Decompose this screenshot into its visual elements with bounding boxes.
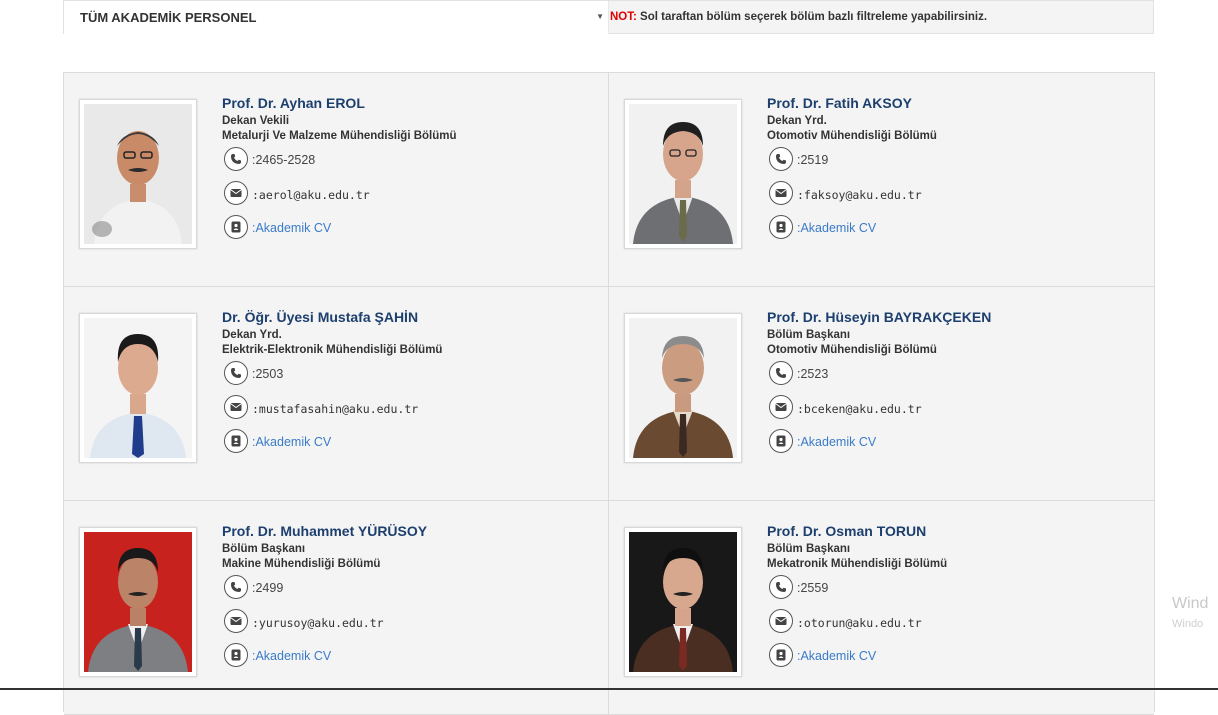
activation-watermark: Wind bbox=[1172, 595, 1209, 612]
staff-title: Dekan Yrd. bbox=[767, 115, 827, 127]
address-card-icon bbox=[224, 643, 248, 667]
cv-row: :Akademik CV bbox=[767, 426, 1147, 460]
cv-row: :Akademik CV bbox=[222, 640, 602, 674]
staff-photo bbox=[624, 99, 742, 249]
staff-photo bbox=[79, 527, 197, 677]
filter-bar: TÜM AKADEMİK PERSONEL ▼ NOT: Sol tarafta… bbox=[63, 0, 1154, 34]
staff-title: Bölüm Başkanı bbox=[767, 329, 851, 341]
email-row: :otorun@aku.edu.tr bbox=[767, 606, 1147, 640]
envelope-icon bbox=[769, 181, 793, 205]
academic-cv-link[interactable]: :Akademik CV bbox=[252, 649, 331, 663]
address-card-icon bbox=[769, 215, 793, 239]
email-row: :faksoy@aku.edu.tr bbox=[767, 178, 1147, 212]
phone-row: :2499 bbox=[222, 572, 602, 606]
phone-icon bbox=[224, 147, 248, 171]
staff-photo bbox=[624, 313, 742, 463]
envelope-icon bbox=[769, 609, 793, 633]
staff-title: Dekan Vekili bbox=[222, 115, 290, 127]
staff-photo bbox=[79, 99, 197, 249]
email-row: :mustafasahin@aku.edu.tr bbox=[222, 392, 602, 426]
phone-number: :2499 bbox=[252, 581, 284, 595]
staff-department: Mekatronik Mühendisliği Bölümü bbox=[767, 558, 948, 570]
filter-note: NOT: Sol taraftan bölüm seçerek bölüm ba… bbox=[610, 11, 987, 23]
cv-row: :Akademik CV bbox=[767, 212, 1147, 246]
phone-number: :2523 bbox=[797, 367, 829, 381]
email-row: :yurusoy@aku.edu.tr bbox=[222, 606, 602, 640]
envelope-icon bbox=[224, 609, 248, 633]
activation-watermark-sub: Windo bbox=[1172, 618, 1204, 630]
staff-name[interactable]: Prof. Dr. Osman TORUN bbox=[767, 523, 1147, 540]
email-address[interactable]: :bceken@aku.edu.tr bbox=[797, 402, 922, 416]
email-address[interactable]: :otorun@aku.edu.tr bbox=[797, 616, 922, 630]
phone-row: :2503 bbox=[222, 358, 602, 392]
address-card-icon bbox=[224, 215, 248, 239]
address-card-icon bbox=[769, 429, 793, 453]
note-label: NOT: bbox=[610, 11, 637, 23]
address-card-icon bbox=[224, 429, 248, 453]
phone-number: :2503 bbox=[252, 367, 284, 381]
staff-department: Elektrik-Elektronik Mühendisliği Bölümü bbox=[222, 344, 443, 356]
staff-name[interactable]: Prof. Dr. Muhammet YÜRÜSOY bbox=[222, 523, 602, 540]
cv-row: :Akademik CV bbox=[222, 426, 602, 460]
staff-department: Otomotiv Mühendisliği Bölümü bbox=[767, 130, 937, 142]
envelope-icon bbox=[224, 181, 248, 205]
academic-cv-link[interactable]: :Akademik CV bbox=[797, 649, 876, 663]
phone-icon bbox=[224, 361, 248, 385]
phone-row: :2559 bbox=[767, 572, 1147, 606]
phone-icon bbox=[769, 575, 793, 599]
phone-row: :2465-2528 bbox=[222, 144, 602, 178]
staff-department: Makine Mühendisliği Bölümü bbox=[222, 558, 381, 570]
staff-card: Prof. Dr. Osman TORUN Bölüm Başkanı Meka… bbox=[609, 501, 1154, 715]
staff-name[interactable]: Dr. Öğr. Üyesi Mustafa ŞAHİN bbox=[222, 309, 602, 326]
email-row: :aerol@aku.edu.tr bbox=[222, 178, 602, 212]
staff-name[interactable]: Prof. Dr. Ayhan EROL bbox=[222, 95, 602, 112]
department-select[interactable]: TÜM AKADEMİK PERSONEL ▼ bbox=[64, 1, 609, 34]
academic-cv-link[interactable]: :Akademik CV bbox=[797, 221, 876, 235]
academic-cv-link[interactable]: :Akademik CV bbox=[797, 435, 876, 449]
staff-title: Bölüm Başkanı bbox=[767, 543, 851, 555]
staff-department: Metalurji Ve Malzeme Mühendisliği Bölümü bbox=[222, 130, 457, 142]
email-address[interactable]: :yurusoy@aku.edu.tr bbox=[252, 616, 384, 630]
address-card-icon bbox=[769, 643, 793, 667]
envelope-icon bbox=[224, 395, 248, 419]
cv-row: :Akademik CV bbox=[222, 212, 602, 246]
staff-grid: Prof. Dr. Ayhan EROL Dekan Vekili Metalu… bbox=[63, 72, 1155, 715]
phone-number: :2519 bbox=[797, 153, 829, 167]
phone-icon bbox=[769, 361, 793, 385]
staff-department: Otomotiv Mühendisliği Bölümü bbox=[767, 344, 937, 356]
staff-photo bbox=[79, 313, 197, 463]
staff-name[interactable]: Prof. Dr. Fatih AKSOY bbox=[767, 95, 1147, 112]
note-text: Sol taraftan bölüm seçerek bölüm bazlı f… bbox=[636, 11, 988, 23]
academic-cv-link[interactable]: :Akademik CV bbox=[252, 435, 331, 449]
staff-card: Prof. Dr. Fatih AKSOY Dekan Yrd. Otomoti… bbox=[609, 73, 1154, 287]
academic-cv-link[interactable]: :Akademik CV bbox=[252, 221, 331, 235]
staff-name[interactable]: Prof. Dr. Hüseyin BAYRAKÇEKEN bbox=[767, 309, 1147, 326]
staff-card: Prof. Dr. Muhammet YÜRÜSOY Bölüm Başkanı… bbox=[64, 501, 609, 715]
phone-number: :2465-2528 bbox=[252, 153, 316, 167]
department-select-value: TÜM AKADEMİK PERSONEL bbox=[80, 10, 257, 25]
phone-number: :2559 bbox=[797, 581, 829, 595]
email-address[interactable]: :aerol@aku.edu.tr bbox=[252, 188, 370, 202]
phone-row: :2519 bbox=[767, 144, 1147, 178]
email-address[interactable]: :faksoy@aku.edu.tr bbox=[797, 188, 922, 202]
staff-title: Dekan Yrd. bbox=[222, 329, 282, 341]
email-address[interactable]: :mustafasahin@aku.edu.tr bbox=[252, 402, 418, 416]
staff-photo bbox=[624, 527, 742, 677]
staff-card: Prof. Dr. Hüseyin BAYRAKÇEKEN Bölüm Başk… bbox=[609, 287, 1154, 501]
email-row: :bceken@aku.edu.tr bbox=[767, 392, 1147, 426]
phone-icon bbox=[769, 147, 793, 171]
staff-card: Dr. Öğr. Üyesi Mustafa ŞAHİN Dekan Yrd. … bbox=[64, 287, 609, 501]
staff-card: Prof. Dr. Ayhan EROL Dekan Vekili Metalu… bbox=[64, 73, 609, 287]
envelope-icon bbox=[769, 395, 793, 419]
phone-row: :2523 bbox=[767, 358, 1147, 392]
phone-icon bbox=[224, 575, 248, 599]
caret-down-icon: ▼ bbox=[596, 12, 604, 21]
staff-title: Bölüm Başkanı bbox=[222, 543, 306, 555]
cv-row: :Akademik CV bbox=[767, 640, 1147, 674]
